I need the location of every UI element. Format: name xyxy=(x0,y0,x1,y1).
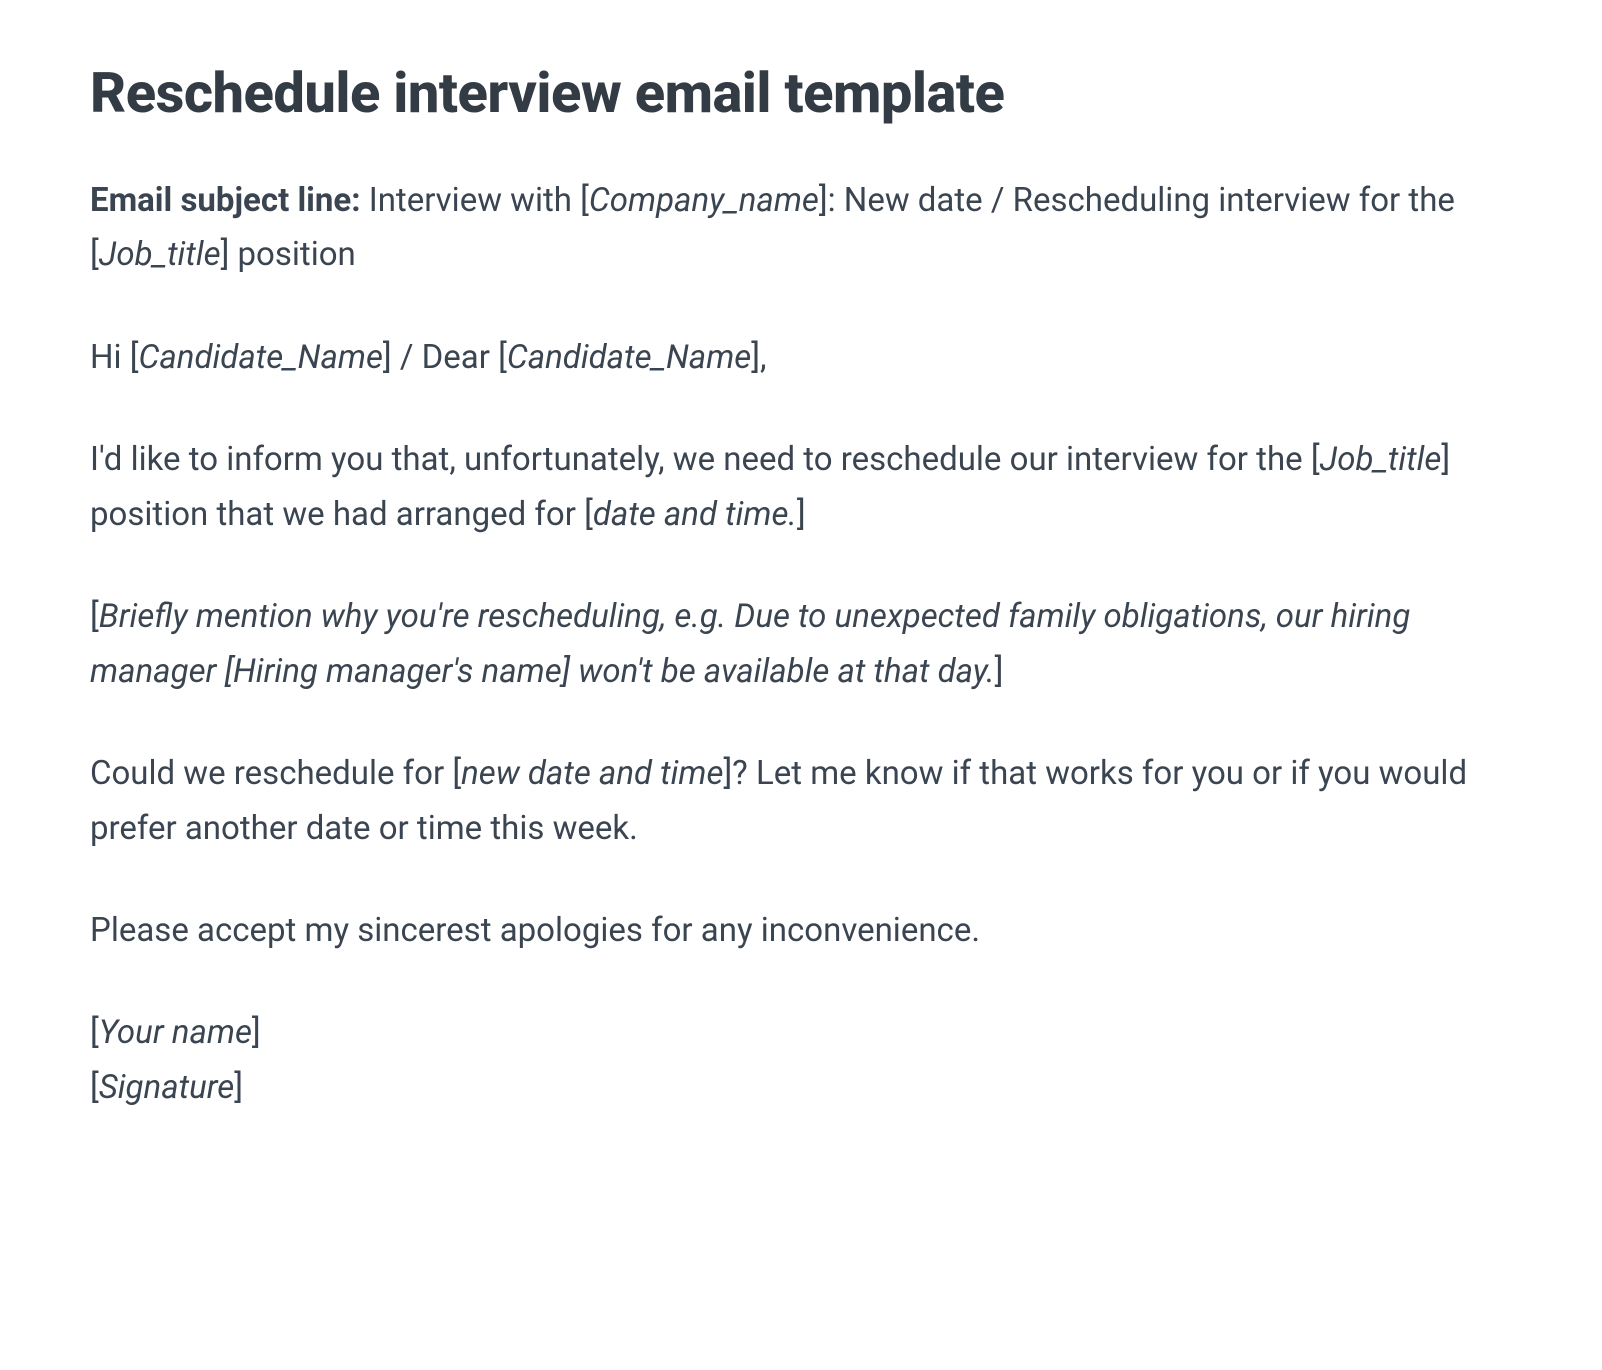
placeholder-new-date-time: new date and time xyxy=(461,754,723,793)
placeholder-job-title: Job_title xyxy=(99,235,221,274)
body2-text-2: ] xyxy=(995,652,1004,691)
subject-text-1: Interview with [ xyxy=(361,181,589,220)
sig1-text-2: ] xyxy=(252,1013,261,1052)
placeholder-date-time: date and time. xyxy=(593,495,797,534)
placeholder-job-title-2: Job_title xyxy=(1320,440,1442,479)
signature-line-1: [Your name] xyxy=(90,1006,1512,1060)
sig2-text-2: ] xyxy=(234,1068,243,1107)
subject-line: Email subject line: Interview with [Comp… xyxy=(90,174,1512,283)
placeholder-candidate-name-2: Candidate_Name xyxy=(507,338,751,377)
placeholder-company-name: Company_name xyxy=(589,181,819,220)
body3-text-1: Could we reschedule for [ xyxy=(90,754,461,793)
body-paragraph-3: Could we reschedule for [new date and ti… xyxy=(90,747,1512,856)
subject-label: Email subject line: xyxy=(90,181,361,220)
sig1-text-1: [ xyxy=(90,1013,99,1052)
body1-text-1: I'd like to inform you that, unfortunate… xyxy=(90,440,1320,479)
greeting-text-2: ] / Dear [ xyxy=(383,338,507,377)
body-paragraph-4: Please accept my sincerest apologies for… xyxy=(90,904,1512,958)
signature-block: [Your name] [Signature] xyxy=(90,1006,1512,1115)
document-title: Reschedule interview email template xyxy=(90,60,1512,126)
subject-text-3: ] position xyxy=(221,235,356,274)
placeholder-reschedule-reason: Briefly mention why you're rescheduling,… xyxy=(90,597,1410,690)
body2-text-1: [ xyxy=(90,597,99,636)
greeting-line: Hi [Candidate_Name] / Dear [Candidate_Na… xyxy=(90,331,1512,385)
placeholder-candidate-name-1: Candidate_Name xyxy=(139,338,383,377)
signature-line-2: [Signature] xyxy=(90,1061,1512,1115)
greeting-text-3: ], xyxy=(751,338,766,377)
sig2-text-1: [ xyxy=(90,1068,99,1107)
greeting-text-1: Hi [ xyxy=(90,338,139,377)
body-paragraph-1: I'd like to inform you that, unfortunate… xyxy=(90,433,1512,542)
body1-text-3: ] xyxy=(797,495,806,534)
placeholder-your-name: Your name xyxy=(99,1013,252,1052)
body-paragraph-2: [Briefly mention why you're rescheduling… xyxy=(90,590,1512,699)
placeholder-signature: Signature xyxy=(99,1068,235,1107)
